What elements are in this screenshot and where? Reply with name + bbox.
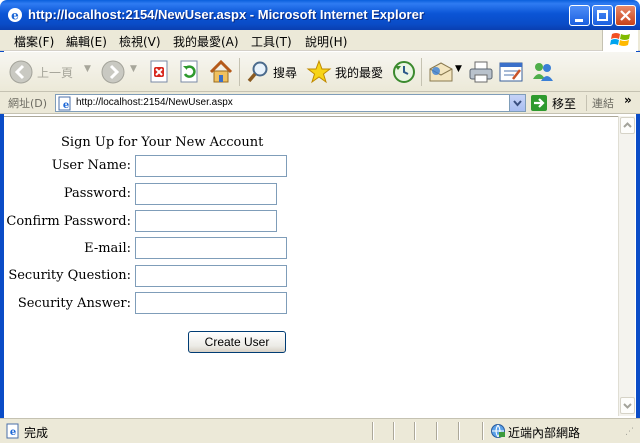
history-icon[interactable] [392, 60, 416, 84]
address-bar: 網址(D) e http://localhost:2154/NewUser.as… [0, 92, 640, 114]
menu-favorites[interactable]: 我的最愛(A) [173, 33, 239, 50]
password-label: Password: [63, 186, 131, 201]
mail-dropdown-icon[interactable]: ▼ [455, 64, 462, 74]
username-input[interactable] [135, 155, 287, 177]
menu-edit[interactable]: 編輯(E) [66, 33, 107, 50]
chevron-up-icon [623, 122, 632, 128]
address-label: 網址(D) [8, 97, 48, 110]
address-dropdown-button[interactable] [509, 95, 525, 111]
security-question-label: Security Question: [8, 268, 131, 283]
search-label[interactable]: 搜尋 [273, 64, 297, 81]
security-answer-input[interactable] [135, 292, 287, 314]
print-icon[interactable] [468, 60, 494, 84]
password-input[interactable] [135, 183, 277, 205]
email-input[interactable] [135, 237, 287, 259]
security-question-input[interactable] [135, 265, 287, 287]
page-icon: e [58, 96, 71, 111]
windows-logo [602, 30, 638, 51]
security-zone-text: 近端內部網路 [508, 426, 581, 440]
form-title: Sign Up for Your New Account [61, 135, 264, 150]
edit-icon[interactable] [499, 61, 523, 83]
links-label[interactable]: 連結 [592, 95, 614, 111]
status-separator [436, 422, 438, 440]
stop-icon[interactable] [148, 60, 170, 84]
menu-bar: 檔案(F) 編輯(E) 檢視(V) 我的最愛(A) 工具(T) 說明(H) [0, 30, 640, 51]
windows-flag-icon [610, 33, 630, 46]
security-answer-label: Security Answer: [17, 296, 131, 311]
scroll-up-button[interactable] [620, 117, 635, 134]
resize-grip-icon[interactable]: ⋰ [625, 427, 634, 437]
chevron-down-icon [513, 100, 522, 107]
svg-text:e: e [11, 9, 19, 23]
favorites-label[interactable]: 我的最愛 [335, 64, 383, 81]
confirm-password-input[interactable] [135, 210, 277, 232]
scroll-down-button[interactable] [620, 397, 635, 414]
window-title: http://localhost:2154/NewUser.aspx - Mic… [28, 7, 424, 22]
svg-text:e: e [10, 427, 16, 438]
back-label[interactable]: 上一頁 [37, 64, 73, 81]
home-icon[interactable] [208, 59, 234, 85]
menu-help[interactable]: 說明(H) [305, 33, 347, 50]
toolbar-separator [239, 58, 240, 86]
back-arrow-icon[interactable] [9, 60, 33, 84]
menu-tools[interactable]: 工具(T) [251, 33, 292, 50]
back-dropdown-icon[interactable]: ▼ [84, 64, 91, 74]
menu-file[interactable]: 檔案(F) [14, 33, 54, 50]
status-separator [482, 422, 484, 440]
email-label: E-mail: [84, 241, 131, 256]
refresh-icon[interactable] [178, 60, 200, 84]
messenger-icon[interactable] [530, 59, 556, 85]
ie-logo-icon: e [8, 8, 22, 23]
status-separator [458, 422, 460, 440]
username-label: User Name: [51, 158, 131, 173]
address-url[interactable]: http://localhost:2154/NewUser.aspx [76, 97, 233, 108]
go-arrow-icon[interactable] [530, 94, 548, 112]
status-separator [414, 422, 416, 440]
create-user-button[interactable]: Create User [188, 331, 286, 353]
toolbar-separator [421, 58, 422, 86]
intranet-zone-icon [491, 424, 505, 438]
status-text: 完成 [24, 426, 49, 440]
page-content: Sign Up for Your New Account User Name: … [4, 116, 618, 416]
forward-arrow-icon[interactable] [101, 60, 125, 84]
confirm-password-label: Confirm Password: [6, 214, 131, 229]
links-more-icon[interactable]: » [624, 93, 632, 107]
page-done-icon: e [6, 423, 19, 439]
address-input[interactable]: e http://localhost:2154/NewUser.aspx [55, 94, 526, 112]
maximize-icon [597, 10, 608, 21]
forward-dropdown-icon[interactable]: ▼ [130, 64, 137, 74]
search-icon[interactable] [246, 60, 270, 84]
svg-text:e: e [63, 100, 69, 111]
status-bar: e 完成 近端內部網路 ⋰ [0, 418, 640, 443]
minimize-icon [575, 19, 583, 22]
close-button[interactable] [615, 5, 636, 26]
status-separator [393, 422, 395, 440]
title-bar[interactable]: e http://localhost:2154/NewUser.aspx - M… [0, 0, 640, 30]
chevron-down-icon [623, 403, 632, 409]
minimize-button[interactable] [569, 5, 590, 26]
close-icon [620, 10, 631, 21]
address-separator [586, 95, 587, 111]
menu-view[interactable]: 檢視(V) [119, 33, 161, 50]
maximize-button[interactable] [592, 5, 613, 26]
status-separator [372, 422, 374, 440]
vertical-scrollbar[interactable] [618, 116, 635, 416]
favorites-star-icon[interactable] [306, 59, 332, 85]
mail-icon[interactable] [428, 61, 454, 83]
go-button[interactable]: 移至 [552, 95, 576, 112]
toolbar: 上一頁 ▼ ▼ 搜尋 我的最愛 ▼ [0, 52, 640, 92]
